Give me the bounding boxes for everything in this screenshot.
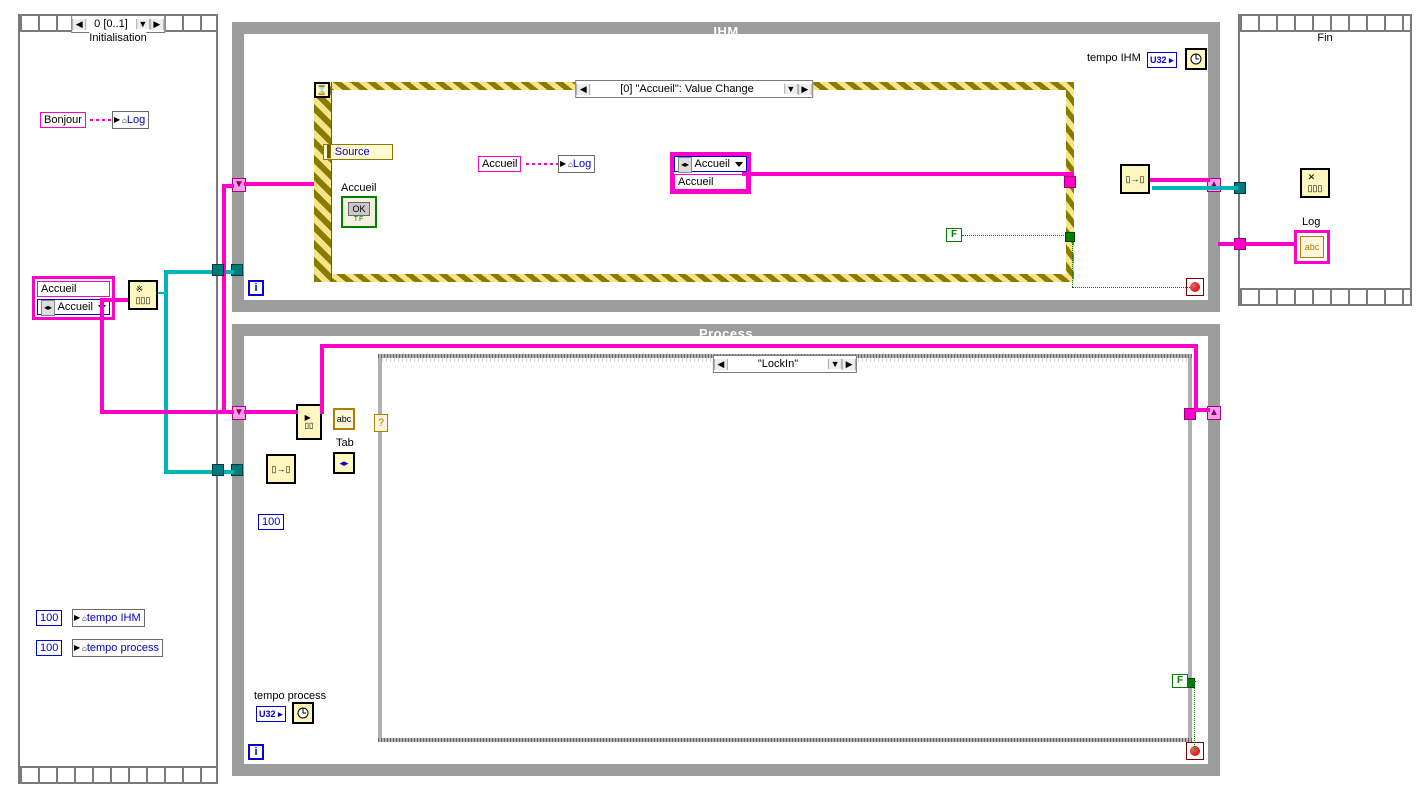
wire-cluster [1150, 178, 1210, 182]
wire-cluster [222, 184, 226, 414]
wire-cluster [320, 344, 324, 414]
event-timeout-terminal[interactable]: ⌛ [314, 82, 330, 98]
wire-cluster [244, 182, 314, 186]
process-case-structure: ◀ "LockIn" ▼ ▶ [378, 354, 1192, 742]
wire-cluster [1194, 344, 1198, 412]
init-const-100-a: 100 [36, 610, 62, 626]
ring-left-icon[interactable]: ◂▸ [41, 300, 55, 316]
wire [90, 119, 112, 121]
fin-log-label: Log [1302, 216, 1320, 228]
init-sequence-selector[interactable]: ◀ 0 [0..1] ▼ ▶ [71, 15, 165, 33]
process-bool-false: F [1172, 674, 1188, 688]
wire-cluster [1246, 242, 1296, 246]
init-sequence-frame: ◀ 0 [0..1] ▼ ▶ Initialisation [18, 14, 218, 784]
case-dropdown-icon[interactable]: ▼ [828, 359, 842, 369]
wire-cluster [320, 344, 1196, 348]
ihm-title: IHM [244, 24, 1208, 39]
ihm-wait-node[interactable] [1185, 48, 1207, 70]
ihm-dequeue-node[interactable]: ▯→▯ [1120, 164, 1150, 194]
init-obtain-queue-node[interactable]: ※▯▯▯ [128, 280, 158, 310]
process-wait-node[interactable] [292, 702, 314, 724]
event-case-value: [0] "Accueil": Value Change [590, 83, 784, 95]
event-source-node[interactable]: ▌Source [323, 144, 393, 160]
wire [526, 163, 558, 165]
case-next-icon[interactable]: ▶ [842, 359, 856, 370]
event-tunnel-bool [1065, 232, 1075, 242]
process-format-node[interactable]: abc [333, 408, 355, 430]
ihm-iter-terminal: i [248, 280, 264, 296]
init-accueil-label: Accueil [37, 281, 110, 297]
ihm-log-local[interactable]: ⌂Log [558, 155, 595, 173]
wire-queue [164, 270, 168, 474]
wire-cluster [100, 298, 128, 302]
case-selector-terminal: ? [374, 414, 388, 432]
process-unbundle-node[interactable]: ▶▯▯ [296, 404, 322, 440]
init-log-local[interactable]: ⌂Log [112, 111, 149, 129]
process-iter-terminal: i [248, 744, 264, 760]
wire-cluster [244, 410, 298, 414]
init-tunnel-teal-a [212, 264, 224, 276]
ihm-accueil-case-block: ◂▸ Accueil Accueil [670, 152, 751, 194]
init-accueil-ring-text: Accueil [57, 301, 92, 313]
fin-frame-title: Fin [1317, 32, 1332, 44]
process-dequeue-node[interactable]: ▯→▯ [266, 454, 296, 484]
ok-icon: OK [348, 202, 370, 216]
fin-release-queue-node[interactable]: ✕▯▯▯ [1300, 168, 1330, 198]
seq-dropdown-icon[interactable]: ▼ [136, 19, 150, 29]
process-tab-label: Tab [336, 437, 354, 449]
wire-cluster [100, 410, 234, 414]
ring-dropdown-icon[interactable] [735, 162, 743, 167]
process-stop-terminal[interactable] [1186, 742, 1204, 760]
ihm-accueil-ring[interactable]: ◂▸ Accueil [674, 156, 747, 172]
seq-prev-icon[interactable]: ◀ [72, 19, 86, 30]
seq-next-icon[interactable]: ▶ [150, 19, 164, 30]
fin-log-indicator[interactable]: abc [1294, 230, 1330, 264]
abc-icon: abc [1300, 236, 1324, 258]
init-sequence-index: 0 [0..1] [86, 18, 136, 30]
event-tunnel-magenta [1064, 176, 1076, 188]
event-next-icon[interactable]: ▶ [798, 84, 812, 95]
ihm-accueil-ring-text: Accueil [694, 158, 729, 170]
wire-bool [1072, 235, 1073, 287]
ihm-accueil-case-const: Accueil [674, 174, 747, 190]
event-dropdown-icon[interactable]: ▼ [784, 84, 798, 94]
wire-bool [962, 235, 1074, 236]
process-case-selector[interactable]: ◀ "LockIn" ▼ ▶ [713, 355, 857, 373]
event-case-selector[interactable]: ◀ [0] "Accueil": Value Change ▼ ▶ [575, 80, 813, 98]
process-tab-ref-node[interactable]: ◂▸ [333, 452, 355, 474]
wire-bool [1072, 287, 1190, 288]
process-u32-terminal[interactable]: U32 ▸ [256, 706, 286, 722]
wire-cluster [100, 298, 104, 412]
metronome-icon [296, 706, 310, 720]
metronome-icon [1189, 52, 1203, 66]
wire-cluster [742, 172, 1074, 176]
wire-cluster [1194, 408, 1210, 412]
ring-left-icon[interactable]: ◂▸ [678, 157, 692, 173]
tf-icon: TF [343, 216, 375, 223]
init-frame-title: Initialisation [89, 32, 146, 44]
ihm-accueil-string: Accueil [478, 156, 521, 172]
ihm-tempo-label: tempo IHM [1087, 52, 1141, 64]
case-prev-icon[interactable]: ◀ [714, 359, 728, 370]
process-tempo-label: tempo process [254, 690, 326, 702]
init-tempo-process-local[interactable]: ⌂tempo process [72, 639, 163, 657]
init-bonjour-const: Bonjour [40, 112, 86, 128]
ihm-accueil-ctl-label: Accueil [341, 182, 376, 194]
wire-cluster [1218, 242, 1238, 246]
process-title: Process [244, 326, 1208, 341]
ihm-accueil-bool-ctl[interactable]: OK TF [341, 196, 377, 228]
ihm-bool-false: F [946, 228, 962, 242]
ihm-u32-terminal[interactable]: U32 ▸ [1147, 52, 1177, 68]
init-tunnel-teal-b [212, 464, 224, 476]
process-case-value: "LockIn" [728, 358, 828, 370]
event-sidebar [314, 82, 332, 282]
wire-bool [1194, 681, 1195, 751]
init-tempo-ihm-local[interactable]: ⌂tempo IHM [72, 609, 145, 627]
process-const-100: 100 [258, 514, 284, 530]
event-prev-icon[interactable]: ◀ [576, 84, 590, 95]
init-const-100-b: 100 [36, 640, 62, 656]
wire-queue [1152, 186, 1238, 190]
